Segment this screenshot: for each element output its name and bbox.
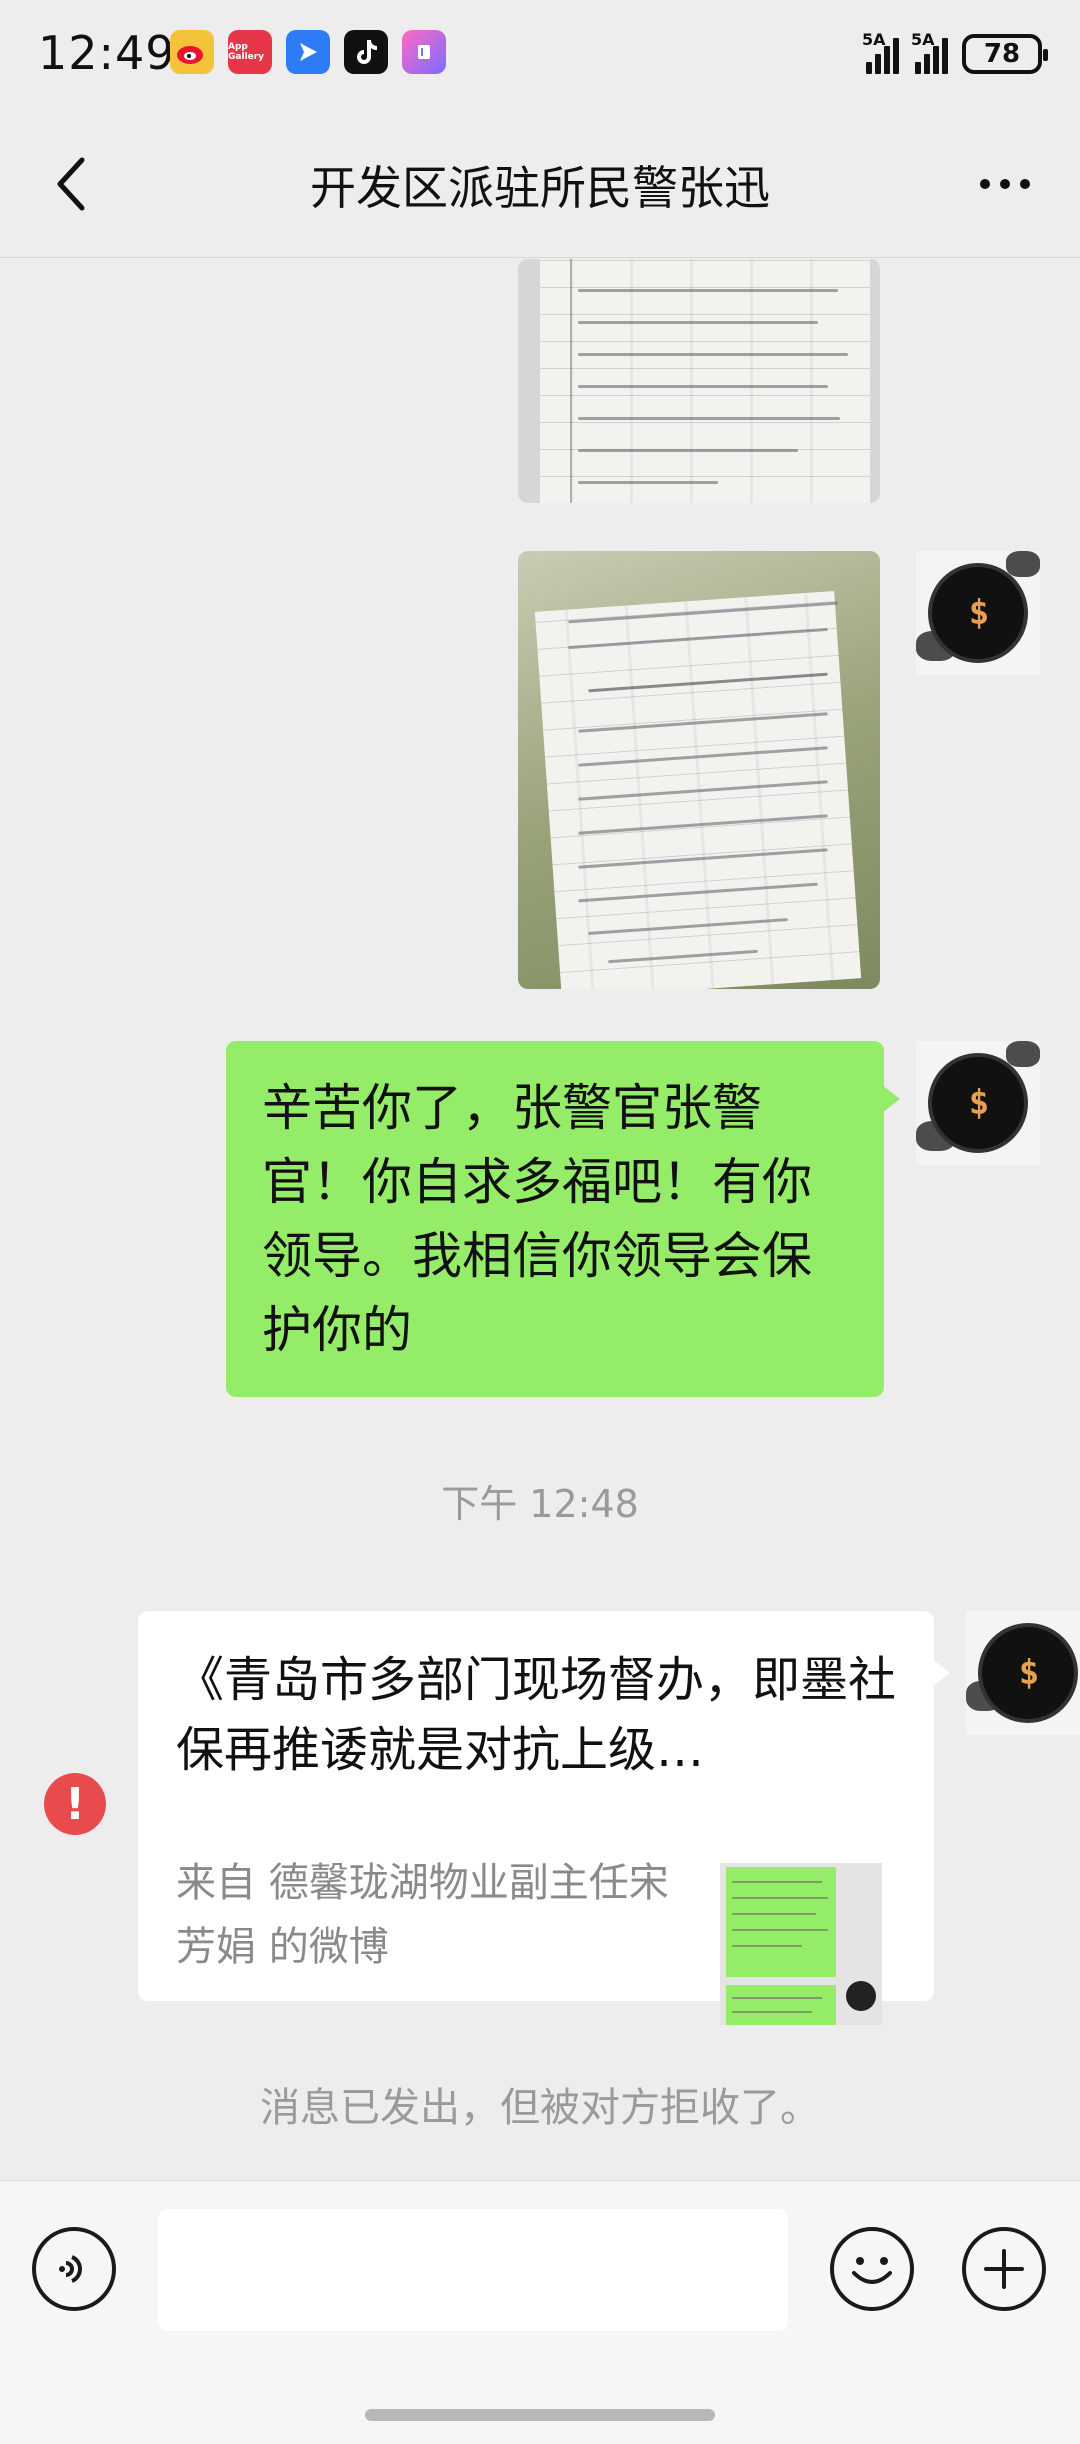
sim1-label: 5A (862, 30, 886, 49)
link-card-source: 来自 德馨珑湖物业副主任宋芳娟 的微博 (176, 1860, 669, 1970)
sim2-label: 5A (911, 30, 935, 49)
rejected-notice: 消息已发出，但被对方拒收了。 (260, 2085, 820, 2131)
voice-button[interactable] (32, 2227, 116, 2311)
home-indicator[interactable] (365, 2409, 715, 2421)
my-avatar[interactable]: $ (916, 1041, 1040, 1165)
message-timestamp: 下午 12:48 (441, 1482, 639, 1526)
appgallery-icon: App Gallery (228, 30, 272, 74)
tiktok-icon (344, 30, 388, 74)
battery-icon: 78 (962, 34, 1048, 74)
send-failed-icon[interactable]: ! (44, 1773, 106, 1835)
avatar-logo-icon: $ (1018, 1653, 1040, 1693)
chat-screen: 12:49 App Gallery 5A 5A 78 开发区派驻所民警张迅 $ … (0, 0, 1080, 2444)
link-card-title: 《青岛市多部门现场督办，即墨社保再推诿就是对抗上级… (176, 1652, 896, 1778)
input-bar (0, 2180, 1080, 2444)
notification-icons: App Gallery (170, 30, 446, 74)
chat-header: 开发区派驻所民警张迅 (0, 110, 1080, 258)
signal-icon: 5A (862, 30, 899, 74)
my-avatar[interactable]: $ (916, 551, 1040, 675)
app-icon (402, 30, 446, 74)
battery-level: 78 (983, 39, 1021, 69)
more-functions-button[interactable] (962, 2227, 1046, 2311)
emoji-icon (852, 2257, 892, 2284)
avatar-logo-icon: $ (968, 593, 990, 633)
direct-icon (286, 30, 330, 74)
voice-icon (59, 2255, 82, 2283)
message-input[interactable] (158, 2209, 788, 2331)
appgallery-label: App Gallery (228, 42, 265, 62)
message-list[interactable]: $ $ 辛苦你了，张警官张警官！你自求多福吧！有你领导。我相信你领导会保护你的 … (0, 259, 1080, 2179)
my-avatar[interactable]: $ (966, 1611, 1080, 1735)
message-text: 辛苦你了，张警官张警官！你自求多福吧！有你领导。我相信你领导会保护你的 (262, 1079, 812, 1359)
chat-title: 开发区派驻所民警张迅 (310, 161, 770, 215)
status-indicators: 5A 5A 78 (862, 30, 1048, 74)
emoji-button[interactable] (830, 2227, 914, 2311)
sent-text-message[interactable]: 辛苦你了，张警官张警官！你自求多福吧！有你领导。我相信你领导会保护你的 (226, 1041, 900, 1397)
sent-photo-2[interactable] (518, 551, 880, 989)
signal-icon-2: 5A (911, 30, 948, 74)
status-time: 12:49 (38, 26, 176, 80)
status-bar: 12:49 App Gallery 5A 5A 78 (0, 0, 1080, 110)
avatar-logo-icon: $ (968, 1083, 990, 1123)
sent-photo-1[interactable] (518, 259, 880, 503)
plus-icon (984, 2249, 1024, 2289)
link-card-thumbnail (720, 1863, 882, 2025)
weibo-icon (170, 30, 214, 74)
more-button[interactable] (970, 154, 1040, 214)
link-card-message[interactable]: 《青岛市多部门现场督办，即墨社保再推诿就是对抗上级… 来自 德馨珑湖物业副主任宋… (138, 1611, 950, 2025)
